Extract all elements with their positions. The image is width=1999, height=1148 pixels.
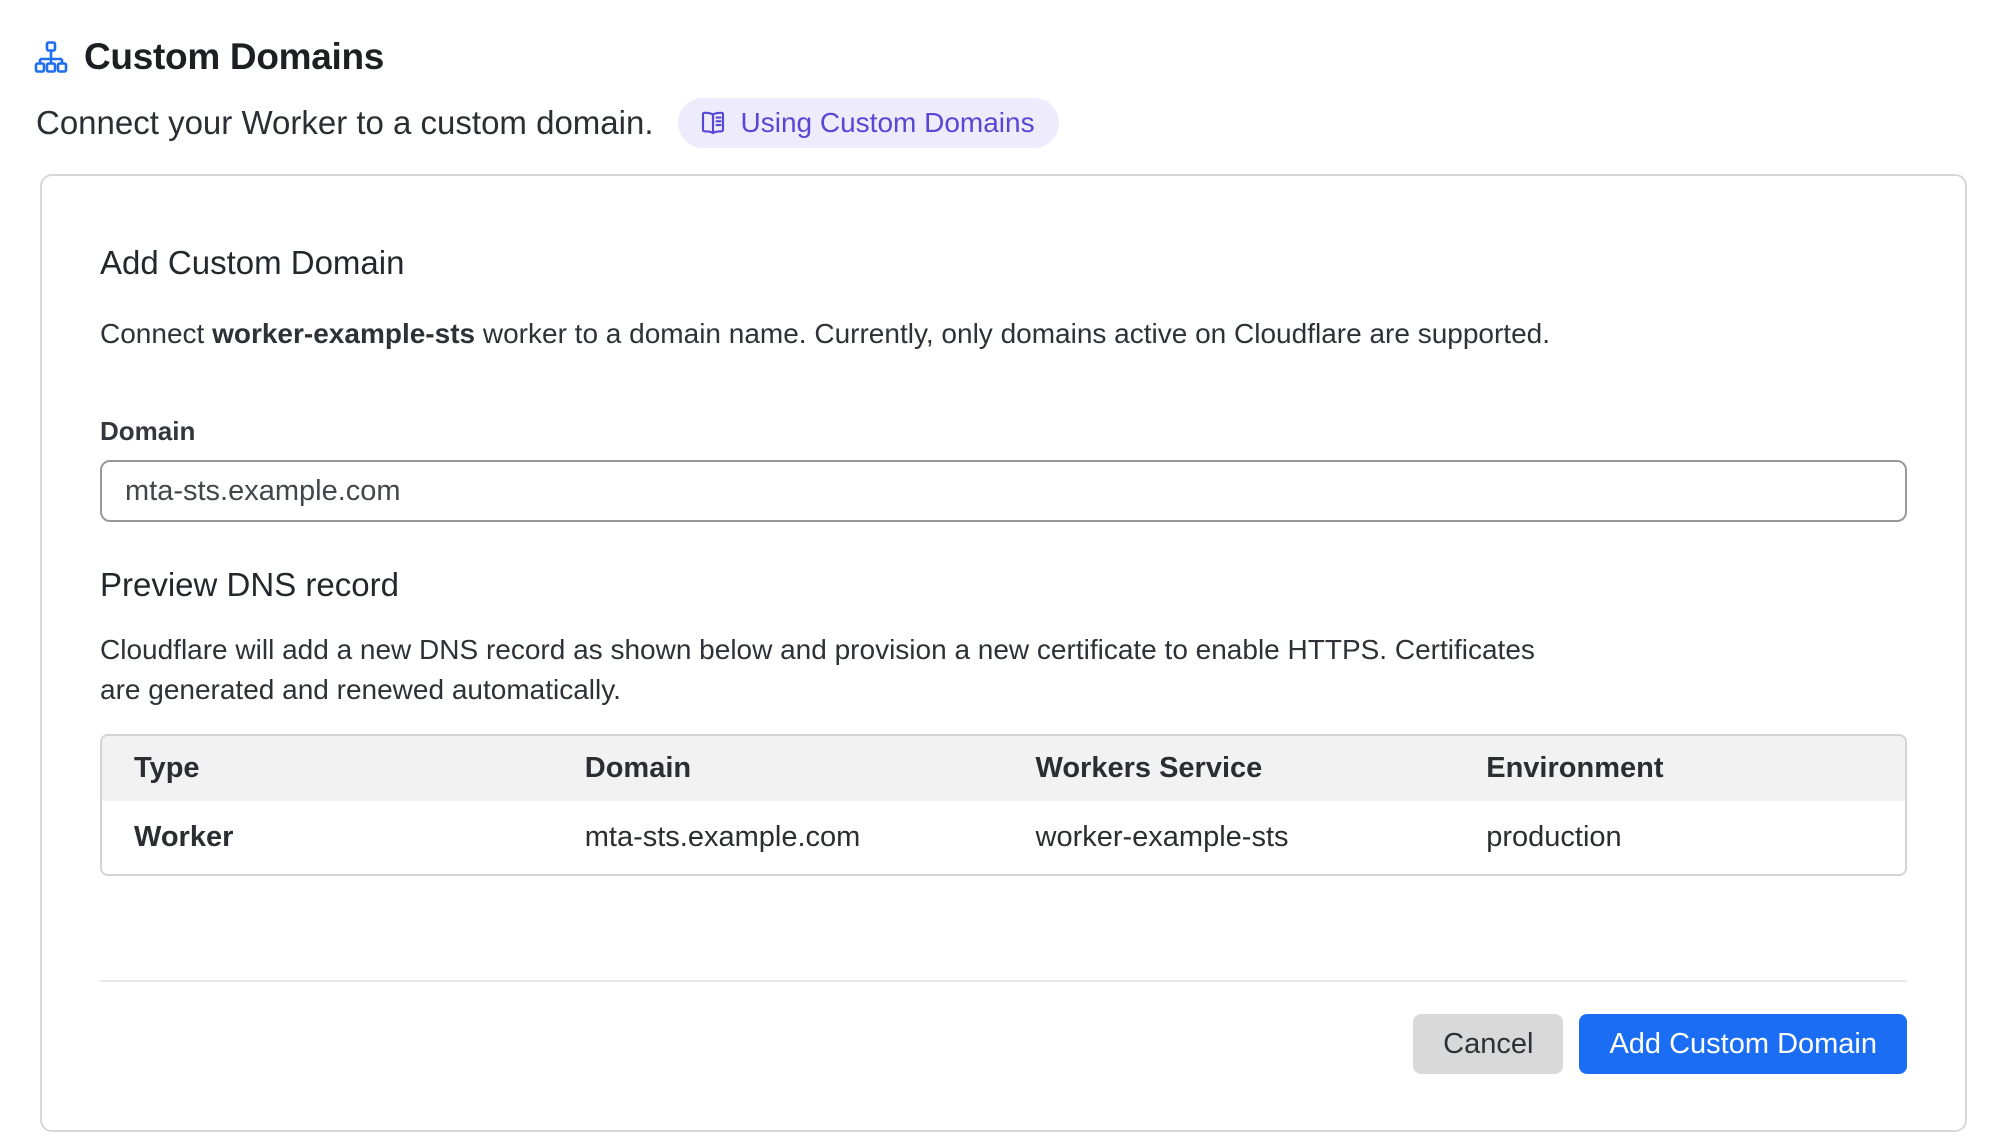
docs-link-label: Using Custom Domains (741, 107, 1035, 139)
preview-dns-heading: Preview DNS record (100, 566, 1907, 604)
page-title: Custom Domains (84, 36, 384, 78)
intro-prefix: Connect (100, 318, 212, 349)
card-heading: Add Custom Domain (100, 244, 1907, 282)
cell-workers-service: worker-example-sts (1004, 801, 1455, 874)
custom-domains-page: Custom Domains Connect your Worker to a … (0, 0, 1999, 1132)
domain-input[interactable] (100, 460, 1907, 522)
add-custom-domain-card: Add Custom Domain Connect worker-example… (40, 174, 1967, 1132)
column-header-environment: Environment (1454, 736, 1905, 801)
cell-domain: mta-sts.example.com (553, 801, 1004, 874)
column-header-workers-service: Workers Service (1004, 736, 1455, 801)
column-header-type: Type (102, 736, 553, 801)
page-subtitle: Connect your Worker to a custom domain. (36, 104, 654, 142)
docs-link[interactable]: Using Custom Domains (678, 98, 1059, 148)
worker-name: worker-example-sts (212, 318, 475, 349)
footer-divider (100, 980, 1907, 982)
sitemap-icon (34, 40, 68, 74)
column-header-domain: Domain (553, 736, 1004, 801)
table-header-row: Type Domain Workers Service Environment (102, 736, 1905, 801)
book-open-icon (698, 108, 728, 138)
intro-suffix: worker to a domain name. Currently, only… (475, 318, 1550, 349)
preview-dns-description: Cloudflare will add a new DNS record as … (100, 630, 1560, 710)
table-row: Worker mta-sts.example.com worker-exampl… (102, 801, 1905, 874)
domain-label: Domain (100, 416, 1907, 447)
cell-environment: production (1454, 801, 1905, 874)
cancel-button[interactable]: Cancel (1413, 1014, 1563, 1074)
page-header: Custom Domains (34, 36, 1967, 78)
card-actions: Cancel Add Custom Domain (100, 1014, 1907, 1074)
dns-preview-table: Type Domain Workers Service Environment … (100, 734, 1907, 876)
cell-type: Worker (102, 801, 553, 874)
add-custom-domain-button[interactable]: Add Custom Domain (1579, 1014, 1907, 1074)
card-intro: Connect worker-example-sts worker to a d… (100, 318, 1907, 350)
page-subtitle-row: Connect your Worker to a custom domain. … (36, 98, 1967, 148)
